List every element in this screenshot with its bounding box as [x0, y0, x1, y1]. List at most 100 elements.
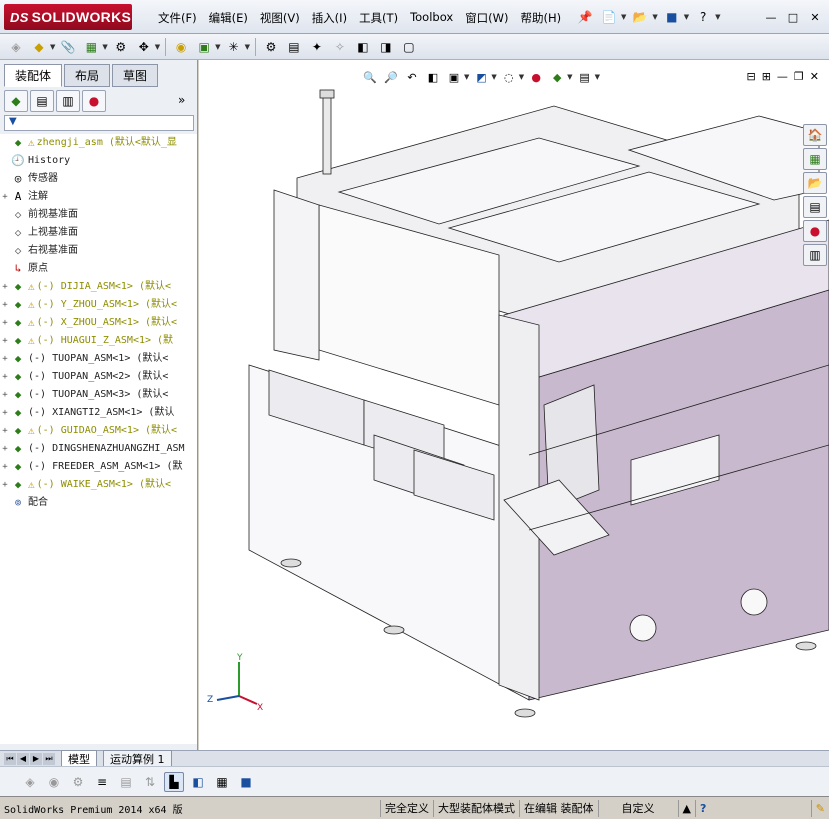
menu-toolbox[interactable]: Toolbox	[404, 10, 459, 26]
tree-item[interactable]: ⊚ 配合	[0, 494, 197, 512]
timeline-icon[interactable]: ▙	[164, 771, 184, 792]
tree-item[interactable]: ◆ ⚠ zhengji_asm (默认<默认_显	[0, 134, 197, 152]
tree-item[interactable]: + ◆ (-) TUOPAN_ASM<3> (默认<	[0, 386, 197, 404]
dropdown-icon[interactable]: ▼	[102, 43, 107, 51]
minimize-button[interactable]: —	[761, 7, 781, 27]
3d-model-render[interactable]	[199, 60, 829, 750]
tree-item[interactable]: + A 注解	[0, 188, 197, 206]
tree-expand-icon[interactable]: +	[0, 458, 10, 476]
tree-item[interactable]: ◎ 传感器	[0, 170, 197, 188]
tree-expand-icon[interactable]: +	[0, 386, 10, 404]
grid-icon[interactable]: ▤	[116, 772, 136, 792]
tab-layout[interactable]: 布局	[64, 64, 111, 87]
solidworks-resources-icon[interactable]: 🏠	[803, 124, 827, 146]
open-folder-icon[interactable]: 📂	[630, 7, 650, 27]
units-dropdown-icon[interactable]: ▲	[677, 799, 695, 817]
configuration-manager-icon[interactable]: ▥	[56, 90, 80, 112]
menu-window[interactable]: 窗口(W)	[459, 10, 514, 26]
dropdown-icon[interactable]: ▼	[245, 43, 250, 51]
tree-expand-icon[interactable]: +	[0, 332, 10, 350]
dropdown-icon[interactable]: ▼	[155, 43, 160, 51]
tree-expand-icon[interactable]: +	[0, 440, 10, 458]
dropdown-icon[interactable]: ▼	[50, 43, 55, 51]
tab-motion-study-1[interactable]: 运动算例 1	[103, 749, 172, 768]
play-icon[interactable]: ◉	[44, 772, 64, 792]
menu-insert[interactable]: 插入(I)	[306, 10, 353, 26]
tree-expand-icon[interactable]: +	[0, 188, 10, 206]
sort-icon[interactable]: ⇅	[140, 772, 160, 792]
save-animation-icon[interactable]: ■	[236, 772, 256, 792]
cube-view-icon[interactable]: ◧	[188, 772, 208, 792]
tree-expand-icon[interactable]: +	[0, 422, 10, 440]
new-dropdown-icon[interactable]: ▼	[621, 13, 626, 21]
menu-file[interactable]: 文件(F)	[152, 10, 203, 26]
help-dropdown-icon[interactable]: ▼	[715, 13, 720, 21]
tree-item[interactable]: + ◆ ⚠ (-) DIJIA_ASM<1> (默认<	[0, 278, 197, 296]
linear-pattern-icon[interactable]: ▦	[81, 37, 101, 57]
menu-help[interactable]: 帮助(H)	[515, 10, 568, 26]
tree-item[interactable]: + ◆ (-) DINGSHENAZHUANGZHI_ASM	[0, 440, 197, 458]
explode-line-sketch-icon[interactable]: ✧	[330, 37, 350, 57]
solidworks-logo[interactable]: DS SOLIDWORKS	[4, 4, 132, 30]
tree-item[interactable]: + ◆ ⚠ (-) HUAGUI_Z_ASM<1> (默	[0, 332, 197, 350]
filter-icon[interactable]: ▼	[9, 116, 17, 127]
tree-expand-icon[interactable]: +	[0, 368, 10, 386]
tab-assembly[interactable]: 装配体	[4, 64, 63, 87]
tree-item[interactable]: ◇ 上视基准面	[0, 224, 197, 242]
property-manager-icon[interactable]: ▤	[30, 90, 54, 112]
menu-tools[interactable]: 工具(T)	[353, 10, 404, 26]
file-explorer-icon[interactable]: 📂	[803, 172, 827, 194]
interference-detection-icon[interactable]: ◧	[353, 37, 373, 57]
animation-wizard-icon[interactable]: ⚙	[68, 772, 88, 792]
close-button[interactable]: ✕	[805, 7, 825, 27]
tree-item[interactable]: 🕘 History	[0, 152, 197, 170]
next-tab-icon[interactable]: ▶	[30, 752, 42, 765]
move-component-icon[interactable]: ✥	[134, 37, 154, 57]
calculate-icon[interactable]: ◈	[20, 772, 40, 792]
insert-component-icon[interactable]: ◈	[6, 37, 26, 57]
new-part-icon[interactable]: ◆	[29, 37, 49, 57]
pin-menu-icon[interactable]: 📌	[575, 7, 595, 27]
prev-tab-icon[interactable]: ◀	[17, 752, 29, 765]
help-icon[interactable]: ?	[693, 7, 713, 27]
smart-fasteners-icon[interactable]: ⚙	[111, 37, 131, 57]
tree-expand-icon[interactable]: +	[0, 278, 10, 296]
save-icon[interactable]: ■	[662, 7, 682, 27]
show-hidden-icon[interactable]: ◉	[171, 37, 191, 57]
save-dropdown-icon[interactable]: ▼	[684, 13, 689, 21]
tree-filter-input[interactable]: ▼	[4, 115, 194, 131]
menu-edit[interactable]: 编辑(E)	[203, 10, 254, 26]
tree-item[interactable]: + ◆ ⚠ (-) Y_ZHOU_ASM<1> (默认<	[0, 296, 197, 314]
appearances-icon[interactable]: ●	[803, 220, 827, 242]
last-tab-icon[interactable]: ⏭	[43, 752, 55, 765]
tree-expand-icon[interactable]: +	[0, 296, 10, 314]
tree-item[interactable]: + ◆ (-) FREEDER_ASM_ASM<1> (默	[0, 458, 197, 476]
new-document-icon[interactable]: 📄	[599, 7, 619, 27]
tree-item[interactable]: + ◆ ⚠ (-) X_ZHOU_ASM<1> (默认<	[0, 314, 197, 332]
expand-panel-icon[interactable]: »	[178, 93, 185, 107]
custom-properties-icon[interactable]: ▥	[803, 244, 827, 266]
graphics-area[interactable]: 🔍 🔎 ↶ ◧ ▣▼ ◩▼ ◌▼ ● ◆▼ ▤▼ ⊟ ⊞ — ❐ ✕	[199, 60, 829, 750]
restore-button[interactable]: □	[783, 7, 803, 27]
tree-item[interactable]: + ◆ (-) TUOPAN_ASM<1> (默认<	[0, 350, 197, 368]
status-custom-units[interactable]: 自定义	[597, 799, 678, 817]
view-palette-icon[interactable]: ▤	[803, 196, 827, 218]
mate-icon[interactable]: 📎	[58, 37, 78, 57]
rebuild-icon[interactable]: ✎	[810, 799, 829, 817]
tree-expand-icon[interactable]: +	[0, 350, 10, 368]
exploded-view-icon[interactable]: ✦	[307, 37, 327, 57]
tree-item[interactable]: ◇ 右视基准面	[0, 242, 197, 260]
tree-item[interactable]: ◇ 前视基准面	[0, 206, 197, 224]
design-library-icon[interactable]: ▦	[803, 148, 827, 170]
menu-view[interactable]: 视图(V)	[254, 10, 306, 26]
tree-item[interactable]: + ◆ (-) XIANGTI2_ASM<1> (默认	[0, 404, 197, 422]
tree-item[interactable]: + ◆ ⚠ (-) GUIDAO_ASM<1> (默认<	[0, 422, 197, 440]
tree-expand-icon[interactable]: +	[0, 476, 10, 494]
tree-item[interactable]: + ◆ ⚠ (-) WAIKE_ASM<1> (默认<	[0, 476, 197, 494]
list-icon[interactable]: ≡	[92, 772, 112, 792]
open-dropdown-icon[interactable]: ▼	[652, 13, 657, 21]
tab-sketch[interactable]: 草图	[112, 64, 159, 87]
new-motion-study-icon[interactable]: ⚙	[261, 37, 281, 57]
tree-expand-icon[interactable]: +	[0, 314, 10, 332]
tree-item[interactable]: ↳ 原点	[0, 260, 197, 278]
